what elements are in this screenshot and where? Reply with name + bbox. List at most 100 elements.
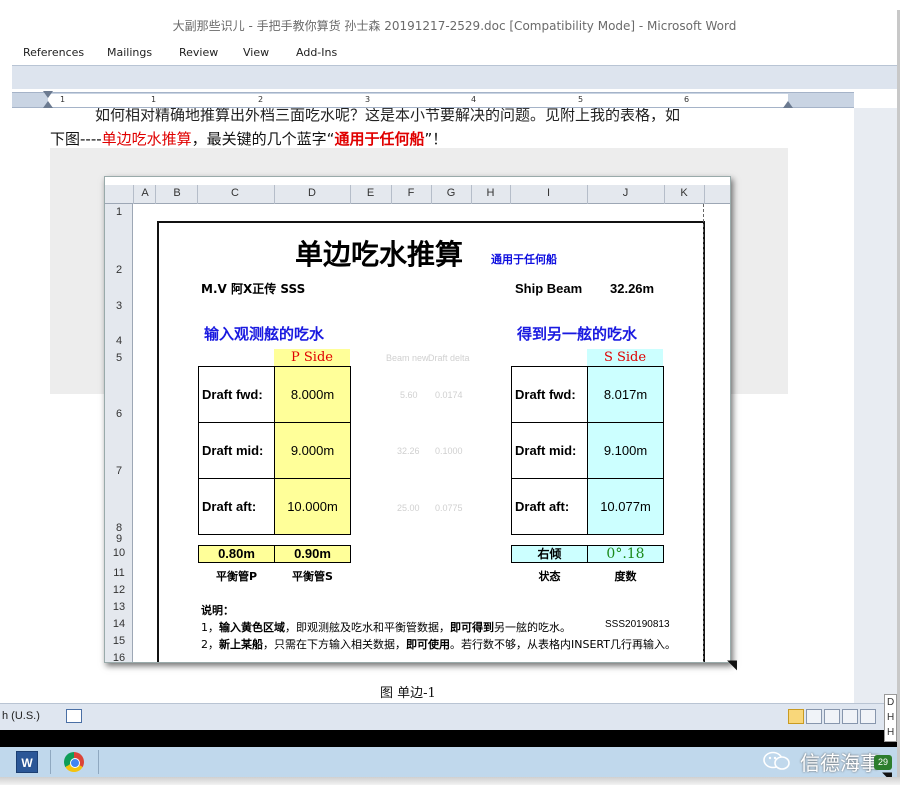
note2-bold: 即可使用 [406,638,450,651]
macro-record-icon[interactable] [66,709,82,723]
row-header: 4 [115,335,123,347]
taskbar: W 信德海事 29 [0,747,897,777]
column-headers: A B C D E F G H I J K [105,185,730,204]
note1-part: 另一舷的吃水。 [494,621,571,634]
ballast-s-input[interactable]: 0.90m [274,545,351,563]
popup-letter: D [887,697,895,708]
tab-view[interactable]: View [243,46,269,59]
line2-prefix: 下图---- [50,130,102,148]
spreadsheet-image[interactable]: A B C D E F G H I J K 1 2 3 4 5 6 7 8 9 … [104,176,731,663]
ruler-number: 6 [684,95,690,104]
draft-label: Draft mid: [198,422,275,479]
line2-suffix: ”！ [424,130,448,148]
note1-part: 1， [201,621,219,634]
note1-bold: 即可得到 [450,621,494,634]
helper-value: 25.00 [397,503,420,513]
ruler-number: 4 [471,95,477,104]
table-row: Draft mid: 9.100m [511,422,664,479]
tab-references[interactable]: References [23,46,84,59]
tray-badge[interactable]: 29 [874,755,892,770]
draft-result-cell: 8.017m [587,366,664,423]
watermark-text: 信德海事 [800,751,880,775]
s-side-header: S Side [587,349,663,366]
row-header: 13 [112,601,126,613]
ruler-number: 5 [578,95,584,104]
column-header: G [446,187,456,199]
full-screen-reading-button[interactable] [806,709,822,724]
draft-label: Draft fwd: [198,366,275,423]
column-header: A [141,187,149,199]
notes-title: 说明： [201,604,234,617]
ribbon-collapsed-area [12,65,897,89]
row-header: 3 [115,300,123,312]
draft-result-cell: 10.077m [587,478,664,535]
draft-input-cell[interactable]: 9.000m [274,422,351,479]
note2-bold: 新上某船 [219,638,263,651]
list-state-cell: 右倾 [511,545,588,563]
row-headers: 1 2 3 4 5 6 7 8 9 10 11 12 13 14 15 16 [105,204,133,663]
right-indent-marker[interactable] [783,101,793,108]
note-code: SSS20190813 [605,619,670,630]
note2-part: 2， [201,638,219,651]
row-header: 16 [112,652,126,663]
ruler-number: 3 [365,95,371,104]
web-layout-button[interactable] [824,709,840,724]
helper-header-beam: Beam new [386,353,429,363]
print-layout-view-button[interactable] [788,709,804,724]
window-titlebar: 大副那些识儿 - 手把手教你算货 孙士森 20191217-2529.doc [… [12,10,897,40]
draft-input-cell[interactable]: 10.000m [274,478,351,535]
first-line-indent-marker[interactable] [43,91,53,98]
status-bar: h (U.S.) [0,703,897,730]
beam-label: Ship Beam [515,281,583,296]
left-indent-marker[interactable] [43,101,53,108]
column-header: K [680,187,688,199]
draft-input-cell[interactable]: 8.000m [274,366,351,423]
table-row: Draft fwd: 8.017m [511,366,664,423]
beam-value: 32.26m [610,281,655,296]
horizontal-ruler[interactable]: 1 1 2 3 4 5 6 [12,91,854,108]
ruler-text-area: 1 1 2 3 4 5 6 [48,94,788,107]
tab-mailings[interactable]: Mailings [107,46,152,59]
row-header: 14 [112,618,126,630]
helper-value: 0.0174 [435,390,463,400]
tab-review[interactable]: Review [179,46,218,59]
draft-label: Draft aft: [511,478,588,535]
ruler-number: 1 [60,95,66,104]
popup-letter: H [887,727,895,738]
degree-label: 度数 [614,570,637,583]
output-heading: 得到另一舷的吃水 [517,325,638,343]
chrome-app-icon[interactable] [64,752,84,772]
draft-view-button[interactable] [860,709,876,724]
wechat-logo-icon [762,750,792,772]
note-line-1: 1，输入黄色区域，即观测舷及吃水和平衡管数据，即可得到另一舷的吃水。 [201,619,571,635]
helper-value: 32.26 [397,446,420,456]
column-header: F [407,187,415,199]
table-row: Draft aft: 10.000m [198,478,351,535]
side-popup: D H H [884,694,897,742]
vertical-scrollbar-area[interactable] [854,108,897,703]
ruler-number: 2 [258,95,264,104]
row-header: 7 [115,465,123,477]
table-row: Draft fwd: 8.000m [198,366,351,423]
ballast-p-input[interactable]: 0.80m [198,545,275,563]
helper-value: 5.60 [400,390,418,400]
language-indicator[interactable]: h (U.S.) [2,710,40,722]
sheet-title: 单边吃水推算 [295,238,464,271]
note1-bold: 输入黄色区域 [219,621,285,634]
draft-label: Draft fwd: [511,366,588,423]
note2-part: 。若行数不够，从表格内INSERT几行再输入。 [450,638,676,651]
ship-name: M.V 阿X正传 SSS [201,282,306,296]
state-label: 状态 [538,570,561,583]
helper-value: 0.1000 [435,446,463,456]
tab-add-ins[interactable]: Add-Ins [296,46,337,59]
outline-view-button[interactable] [842,709,858,724]
window-shadow-bottom [0,777,900,785]
row-header: 2 [115,264,123,276]
window-shadow-right [897,10,900,785]
ribbon-tabs: References Mailings Review View Add-Ins [12,40,897,66]
ballast-p-label: 平衡管P [215,570,258,583]
draft-label: Draft mid: [511,422,588,479]
word-app-icon[interactable]: W [16,751,38,773]
line2-red-text: 单边吃水推算 [101,130,192,148]
ruler-number: 1 [151,95,157,104]
